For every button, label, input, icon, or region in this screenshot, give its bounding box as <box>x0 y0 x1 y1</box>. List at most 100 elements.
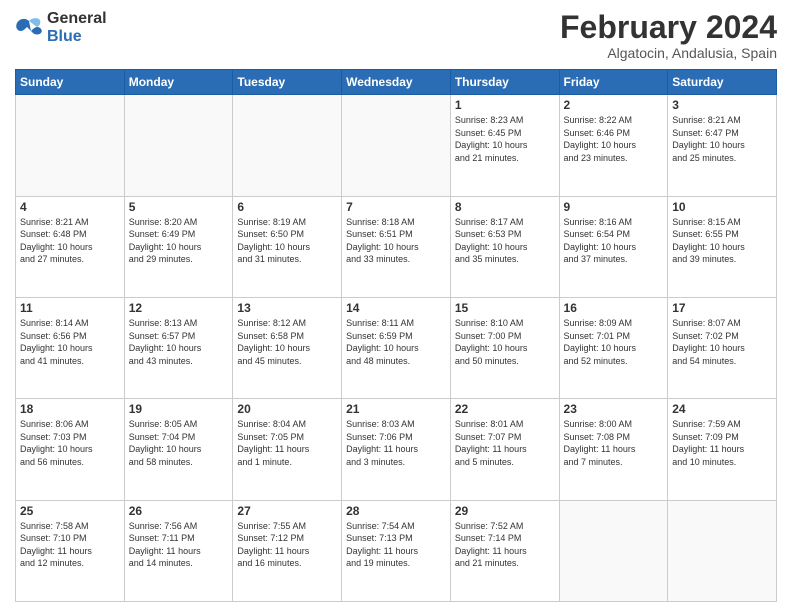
weekday-header-tuesday: Tuesday <box>233 70 342 95</box>
day-number: 20 <box>237 402 337 416</box>
day-info: Sunrise: 7:58 AM Sunset: 7:10 PM Dayligh… <box>20 520 120 570</box>
calendar-cell <box>559 500 668 601</box>
logo-text: General Blue <box>47 10 107 47</box>
calendar-cell: 20 Sunrise: 8:04 AM Sunset: 7:05 PM Dayli… <box>233 399 342 500</box>
calendar-cell: 14 Sunrise: 8:11 AM Sunset: 6:59 PM Dayli… <box>342 297 451 398</box>
calendar-cell: 3 Sunrise: 8:21 AM Sunset: 6:47 PM Daylig… <box>668 95 777 196</box>
calendar-cell <box>233 95 342 196</box>
calendar-cell <box>16 95 125 196</box>
calendar-cell: 1 Sunrise: 8:23 AM Sunset: 6:45 PM Daylig… <box>450 95 559 196</box>
day-info: Sunrise: 8:10 AM Sunset: 7:00 PM Dayligh… <box>455 317 555 367</box>
weekday-header-saturday: Saturday <box>668 70 777 95</box>
week-row-2: 11Sunrise: 8:14 AM Sunset: 6:56 PM Dayli… <box>16 297 777 398</box>
location: Algatocin, Andalusia, Spain <box>560 45 777 61</box>
day-info: Sunrise: 8:22 AM Sunset: 6:46 PM Dayligh… <box>564 114 664 164</box>
calendar-table: SundayMondayTuesdayWednesdayThursdayFrid… <box>15 69 777 602</box>
day-number: 23 <box>564 402 664 416</box>
day-number: 27 <box>237 504 337 518</box>
day-number: 24 <box>672 402 772 416</box>
day-number: 17 <box>672 301 772 315</box>
page: General Blue February 2024 Algatocin, An… <box>0 0 792 612</box>
calendar-cell <box>124 95 233 196</box>
day-number: 15 <box>455 301 555 315</box>
week-row-0: 1 Sunrise: 8:23 AM Sunset: 6:45 PM Daylig… <box>16 95 777 196</box>
calendar-cell: 29Sunrise: 7:52 AM Sunset: 7:14 PM Dayli… <box>450 500 559 601</box>
logo: General Blue <box>15 10 107 47</box>
day-number: 9 <box>564 200 664 214</box>
day-number: 11 <box>20 301 120 315</box>
day-number: 3 <box>672 98 772 112</box>
day-info: Sunrise: 7:59 AM Sunset: 7:09 PM Dayligh… <box>672 418 772 468</box>
calendar-cell: 16 Sunrise: 8:09 AM Sunset: 7:01 PM Dayli… <box>559 297 668 398</box>
day-number: 5 <box>129 200 229 214</box>
day-number: 1 <box>455 98 555 112</box>
day-number: 13 <box>237 301 337 315</box>
calendar-cell <box>668 500 777 601</box>
day-info: Sunrise: 8:11 AM Sunset: 6:59 PM Dayligh… <box>346 317 446 367</box>
day-number: 21 <box>346 402 446 416</box>
weekday-header-sunday: Sunday <box>16 70 125 95</box>
week-row-3: 18 Sunrise: 8:06 AM Sunset: 7:03 PM Dayli… <box>16 399 777 500</box>
day-number: 29 <box>455 504 555 518</box>
calendar-cell: 6Sunrise: 8:19 AM Sunset: 6:50 PM Daylig… <box>233 196 342 297</box>
day-number: 4 <box>20 200 120 214</box>
calendar-cell: 18 Sunrise: 8:06 AM Sunset: 7:03 PM Dayli… <box>16 399 125 500</box>
day-info: Sunrise: 8:06 AM Sunset: 7:03 PM Dayligh… <box>20 418 120 468</box>
day-info: Sunrise: 8:00 AM Sunset: 7:08 PM Dayligh… <box>564 418 664 468</box>
day-info: Sunrise: 8:04 AM Sunset: 7:05 PM Dayligh… <box>237 418 337 468</box>
day-info: Sunrise: 8:21 AM Sunset: 6:48 PM Dayligh… <box>20 216 120 266</box>
header: General Blue February 2024 Algatocin, An… <box>15 10 777 61</box>
day-info: Sunrise: 8:09 AM Sunset: 7:01 PM Dayligh… <box>564 317 664 367</box>
day-number: 8 <box>455 200 555 214</box>
calendar-cell: 26 Sunrise: 7:56 AM Sunset: 7:11 PM Dayli… <box>124 500 233 601</box>
day-info: Sunrise: 8:18 AM Sunset: 6:51 PM Dayligh… <box>346 216 446 266</box>
day-info: Sunrise: 8:17 AM Sunset: 6:53 PM Dayligh… <box>455 216 555 266</box>
day-info: Sunrise: 8:13 AM Sunset: 6:57 PM Dayligh… <box>129 317 229 367</box>
day-number: 16 <box>564 301 664 315</box>
day-number: 22 <box>455 402 555 416</box>
day-number: 14 <box>346 301 446 315</box>
calendar-cell: 19Sunrise: 8:05 AM Sunset: 7:04 PM Dayli… <box>124 399 233 500</box>
day-number: 2 <box>564 98 664 112</box>
day-info: Sunrise: 8:21 AM Sunset: 6:47 PM Dayligh… <box>672 114 772 164</box>
day-info: Sunrise: 8:16 AM Sunset: 6:54 PM Dayligh… <box>564 216 664 266</box>
day-info: Sunrise: 8:03 AM Sunset: 7:06 PM Dayligh… <box>346 418 446 468</box>
calendar-cell: 17Sunrise: 8:07 AM Sunset: 7:02 PM Dayli… <box>668 297 777 398</box>
day-number: 10 <box>672 200 772 214</box>
calendar-cell: 4 Sunrise: 8:21 AM Sunset: 6:48 PM Daylig… <box>16 196 125 297</box>
day-number: 18 <box>20 402 120 416</box>
weekday-header-wednesday: Wednesday <box>342 70 451 95</box>
title-block: February 2024 Algatocin, Andalusia, Spai… <box>560 10 777 61</box>
day-info: Sunrise: 8:05 AM Sunset: 7:04 PM Dayligh… <box>129 418 229 468</box>
day-info: Sunrise: 8:23 AM Sunset: 6:45 PM Dayligh… <box>455 114 555 164</box>
calendar-cell: 28 Sunrise: 7:54 AM Sunset: 7:13 PM Dayli… <box>342 500 451 601</box>
calendar-cell: 23 Sunrise: 8:00 AM Sunset: 7:08 PM Dayli… <box>559 399 668 500</box>
week-row-1: 4 Sunrise: 8:21 AM Sunset: 6:48 PM Daylig… <box>16 196 777 297</box>
calendar-cell: 8 Sunrise: 8:17 AM Sunset: 6:53 PM Daylig… <box>450 196 559 297</box>
weekday-header-monday: Monday <box>124 70 233 95</box>
day-info: Sunrise: 7:55 AM Sunset: 7:12 PM Dayligh… <box>237 520 337 570</box>
weekday-header-thursday: Thursday <box>450 70 559 95</box>
day-info: Sunrise: 8:19 AM Sunset: 6:50 PM Dayligh… <box>237 216 337 266</box>
day-number: 28 <box>346 504 446 518</box>
calendar-cell <box>342 95 451 196</box>
calendar-cell: 11Sunrise: 8:14 AM Sunset: 6:56 PM Dayli… <box>16 297 125 398</box>
day-number: 7 <box>346 200 446 214</box>
weekday-header-row: SundayMondayTuesdayWednesdayThursdayFrid… <box>16 70 777 95</box>
day-info: Sunrise: 8:12 AM Sunset: 6:58 PM Dayligh… <box>237 317 337 367</box>
month-title: February 2024 <box>560 10 777 45</box>
day-info: Sunrise: 8:20 AM Sunset: 6:49 PM Dayligh… <box>129 216 229 266</box>
calendar-cell: 10Sunrise: 8:15 AM Sunset: 6:55 PM Dayli… <box>668 196 777 297</box>
calendar-cell: 13 Sunrise: 8:12 AM Sunset: 6:58 PM Dayli… <box>233 297 342 398</box>
calendar-cell: 2 Sunrise: 8:22 AM Sunset: 6:46 PM Daylig… <box>559 95 668 196</box>
calendar-cell: 24 Sunrise: 7:59 AM Sunset: 7:09 PM Dayli… <box>668 399 777 500</box>
logo-icon <box>15 17 43 39</box>
calendar-cell: 22Sunrise: 8:01 AM Sunset: 7:07 PM Dayli… <box>450 399 559 500</box>
calendar-cell: 21 Sunrise: 8:03 AM Sunset: 7:06 PM Dayli… <box>342 399 451 500</box>
day-number: 25 <box>20 504 120 518</box>
day-number: 12 <box>129 301 229 315</box>
day-number: 26 <box>129 504 229 518</box>
day-info: Sunrise: 7:54 AM Sunset: 7:13 PM Dayligh… <box>346 520 446 570</box>
calendar-cell: 9 Sunrise: 8:16 AM Sunset: 6:54 PM Daylig… <box>559 196 668 297</box>
day-info: Sunrise: 7:56 AM Sunset: 7:11 PM Dayligh… <box>129 520 229 570</box>
